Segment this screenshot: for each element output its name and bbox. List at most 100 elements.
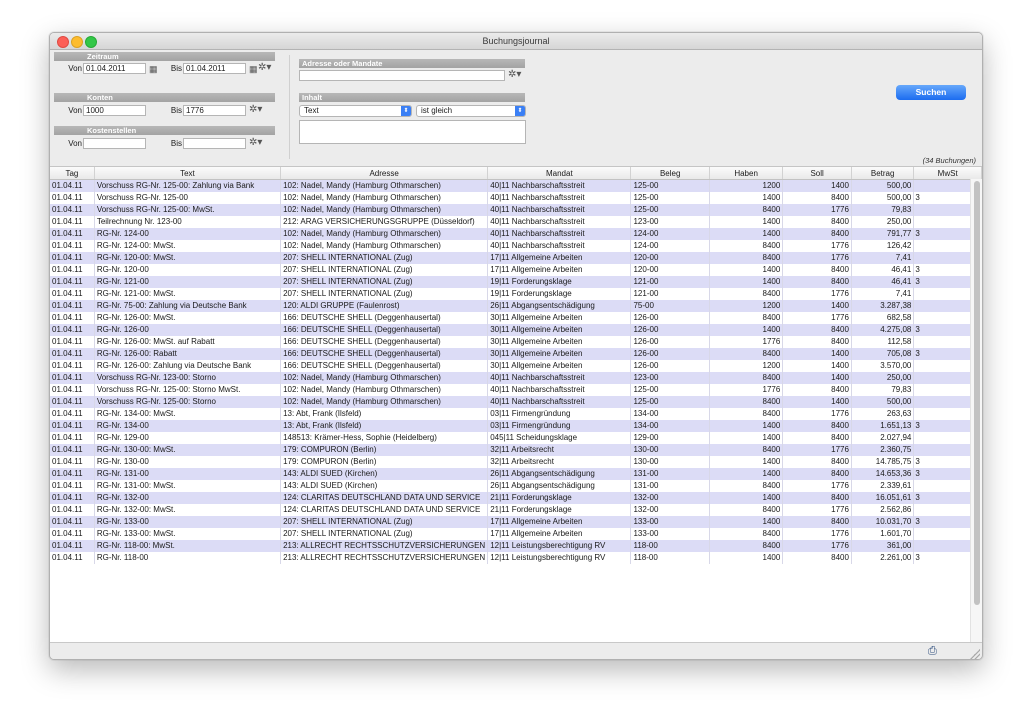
table-row[interactable]: 01.04.11 RG-Nr. 132-00: MwSt. 124: CLARITA… [50,504,982,516]
column-header-mandat[interactable]: Mandat [487,167,632,180]
cell-adresse: 207: SHELL INTERNATIONAL (Zug) [280,528,489,540]
cell-haben: 8400 [709,288,784,300]
kostenstellen-von-input[interactable] [83,138,146,149]
table-row[interactable]: 01.04.11 RG-Nr. 130-00: MwSt. 179: COMPURO… [50,444,982,456]
cell-beleg: 126-00 [630,312,710,324]
cell-mandat: 26|11 Abgangsentschädigung [487,300,632,312]
column-header-haben[interactable]: Haben [709,167,784,180]
inhalt-value-textarea[interactable] [299,120,526,144]
table-row[interactable]: 01.04.11 RG-Nr. 126-00: Rabatt 166: DEUTSC… [50,348,982,360]
table-row[interactable]: 01.04.11 RG-Nr. 126-00: MwSt. auf Rabatt 1… [50,336,982,348]
cell-beleg: 75-00 [630,300,710,312]
cell-tag: 01.04.11 [50,528,95,540]
column-header-beleg[interactable]: Beleg [630,167,710,180]
table-row[interactable]: 01.04.11 Vorschuss RG-Nr. 125-00: Storno 1… [50,396,982,408]
cell-text: RG-Nr. 121-00 [94,276,282,288]
calendar-icon[interactable]: ▦ [149,64,158,74]
printer-icon[interactable]: ⎙ [928,645,937,658]
cell-soll: 8400 [782,264,852,276]
table-row[interactable]: 01.04.11 RG-Nr. 126-00: MwSt. 166: DEUTSCH… [50,312,982,324]
cell-haben: 8400 [709,204,784,216]
table-row[interactable]: 01.04.11 RG-Nr. 121-00 207: SHELL INTERNAT… [50,276,982,288]
cell-text: Vorschuss RG-Nr. 125-00: Zahlung via Ban… [94,179,282,192]
table-row[interactable]: 01.04.11 RG-Nr. 130-00 179: COMPURON (Berl… [50,456,982,468]
cell-text: Vorschuss RG-Nr. 123-00: Storno [94,372,282,384]
cell-adresse: 124: CLARITAS DEUTSCHLAND DATA UND SERVI… [280,492,489,504]
cell-soll: 8400 [782,492,852,504]
kostenstellen-bis-label: Bis [170,139,182,148]
table-row[interactable]: 01.04.11 RG-Nr. 129-00 148513: Krämer-Hess… [50,432,982,444]
cell-beleg: 120-00 [630,264,710,276]
cell-betrag: 682,58 [851,312,915,324]
column-header-adresse[interactable]: Adresse [280,167,489,180]
cell-tag: 01.04.11 [50,480,95,492]
cell-soll: 1776 [782,444,852,456]
table-row[interactable]: 01.04.11 RG-Nr. 131-00 143: ALDI SUED (Kir… [50,468,982,480]
table-row[interactable]: 01.04.11 RG-Nr. 132-00 124: CLARITAS DEUTS… [50,492,982,504]
gear-icon[interactable]: ✲▾ [249,138,262,148]
table-row[interactable]: 01.04.11 RG-Nr. 118-00: MwSt. 213: ALLRECH… [50,540,982,552]
konten-von-input[interactable]: 1000 [83,105,146,116]
gear-icon[interactable]: ✲▾ [258,63,271,73]
status-bar: ⎙ [50,642,982,659]
table-row[interactable]: 01.04.11 RG-Nr. 131-00: MwSt. 143: ALDI SU… [50,480,982,492]
cell-beleg: 126-00 [630,348,710,360]
cell-tag: 01.04.11 [50,432,95,444]
gear-icon[interactable]: ✲▾ [249,105,262,115]
konten-bis-input[interactable]: 1776 [183,105,246,116]
table-row[interactable]: 01.04.11 RG-Nr. 124-00 102: Nadel, Mandy (… [50,228,982,240]
table-row[interactable]: 01.04.11 RG-Nr. 75-00: Zahlung via Deutsc… [50,300,982,312]
column-header-tag[interactable]: Tag [50,167,95,180]
column-header-soll[interactable]: Soll [782,167,852,180]
table-row[interactable]: 01.04.11 Vorschuss RG-Nr. 125-00: MwSt. 10… [50,204,982,216]
scrollbar-thumb[interactable] [974,181,980,605]
cell-adresse: 166: DEUTSCHE SHELL (Deggenhausertal) [280,312,489,324]
column-header-betrag[interactable]: Betrag [851,167,915,180]
table-row[interactable]: 01.04.11 RG-Nr. 126-00 166: DEUTSCHE SHELL… [50,324,982,336]
cell-beleg: 123-00 [630,372,710,384]
table-row[interactable]: 01.04.11 RG-Nr. 133-00: MwSt. 207: SHELL I… [50,528,982,540]
column-header-mwst[interactable]: MwSt [913,167,982,180]
cell-beleg: 126-00 [630,324,710,336]
inhalt-operator-select[interactable]: ist gleich ⬍ [416,105,526,117]
zeitraum-von-input[interactable]: 01.04.2011 [83,63,146,74]
table-row[interactable]: 01.04.11 RG-Nr. 134-00: MwSt. 13: Abt, Fra… [50,408,982,420]
search-button[interactable]: Suchen [896,85,966,100]
table-row[interactable]: 01.04.11 RG-Nr. 126-00: Zahlung via Deuts… [50,360,982,372]
cell-haben: 1400 [709,216,784,228]
adresse-input[interactable] [299,70,505,81]
cell-text: RG-Nr. 133-00 [94,516,282,528]
gear-icon[interactable]: ✲▾ [508,70,521,80]
table-row[interactable]: 01.04.11 Vorschuss RG-Nr. 125-00 102: Nade… [50,192,982,204]
table-row[interactable]: 01.04.11 Vorschuss RG-Nr. 123-00: Storno 1… [50,372,982,384]
table-row[interactable]: 01.04.11 Vorschuss RG-Nr. 125-00: Storno … [50,384,982,396]
cell-soll: 8400 [782,192,852,204]
column-header-text[interactable]: Text [94,167,282,180]
cell-mandat: 045|11 Scheidungsklage [487,432,632,444]
cell-text: RG-Nr. 126-00 [94,324,282,336]
table-row[interactable]: 01.04.11 RG-Nr. 124-00: MwSt. 102: Nadel, … [50,240,982,252]
table-row[interactable]: 01.04.11 RG-Nr. 118-00 213: ALLRECHT RECHT… [50,552,982,564]
calendar-icon[interactable]: ▦ [249,64,258,74]
kostenstellen-bis-input[interactable] [183,138,246,149]
cell-text: RG-Nr. 118-00 [94,552,282,564]
resize-grip-icon[interactable] [970,649,980,659]
cell-beleg: 123-00 [630,216,710,228]
table-row[interactable]: 01.04.11 RG-Nr. 121-00: MwSt. 207: SHELL I… [50,288,982,300]
cell-adresse: 213: ALLRECHT RECHTSSCHUTZVERSICHERUNGEN [280,552,489,564]
cell-text: RG-Nr. 132-00: MwSt. [94,504,282,516]
zeitraum-bis-input[interactable]: 01.04.2011 [183,63,246,74]
cell-text: RG-Nr. 121-00: MwSt. [94,288,282,300]
inhalt-field-select[interactable]: Text ⬍ [299,105,412,117]
table-row[interactable]: 01.04.11 RG-Nr. 133-00 207: SHELL INTERNAT… [50,516,982,528]
table-row[interactable]: 01.04.11 Vorschuss RG-Nr. 125-00: Zahlung… [50,179,982,192]
table-row[interactable]: 01.04.11 Teilrechnung Nr. 123-00 212: ARAG… [50,216,982,228]
cell-mandat: 40|11 Nachbarschaftsstreit [487,372,632,384]
cell-haben: 1400 [709,492,784,504]
table-row[interactable]: 01.04.11 RG-Nr. 120-00: MwSt. 207: SHELL I… [50,252,982,264]
table-row[interactable]: 01.04.11 RG-Nr. 134-00 13: Abt, Frank (Ils… [50,420,982,432]
vertical-scrollbar[interactable] [970,179,982,642]
table-row[interactable]: 01.04.11 RG-Nr. 120-00 207: SHELL INTERNAT… [50,264,982,276]
cell-mandat: 40|11 Nachbarschaftsstreit [487,192,632,204]
cell-mandat: 03|11 Firmengründung [487,408,632,420]
